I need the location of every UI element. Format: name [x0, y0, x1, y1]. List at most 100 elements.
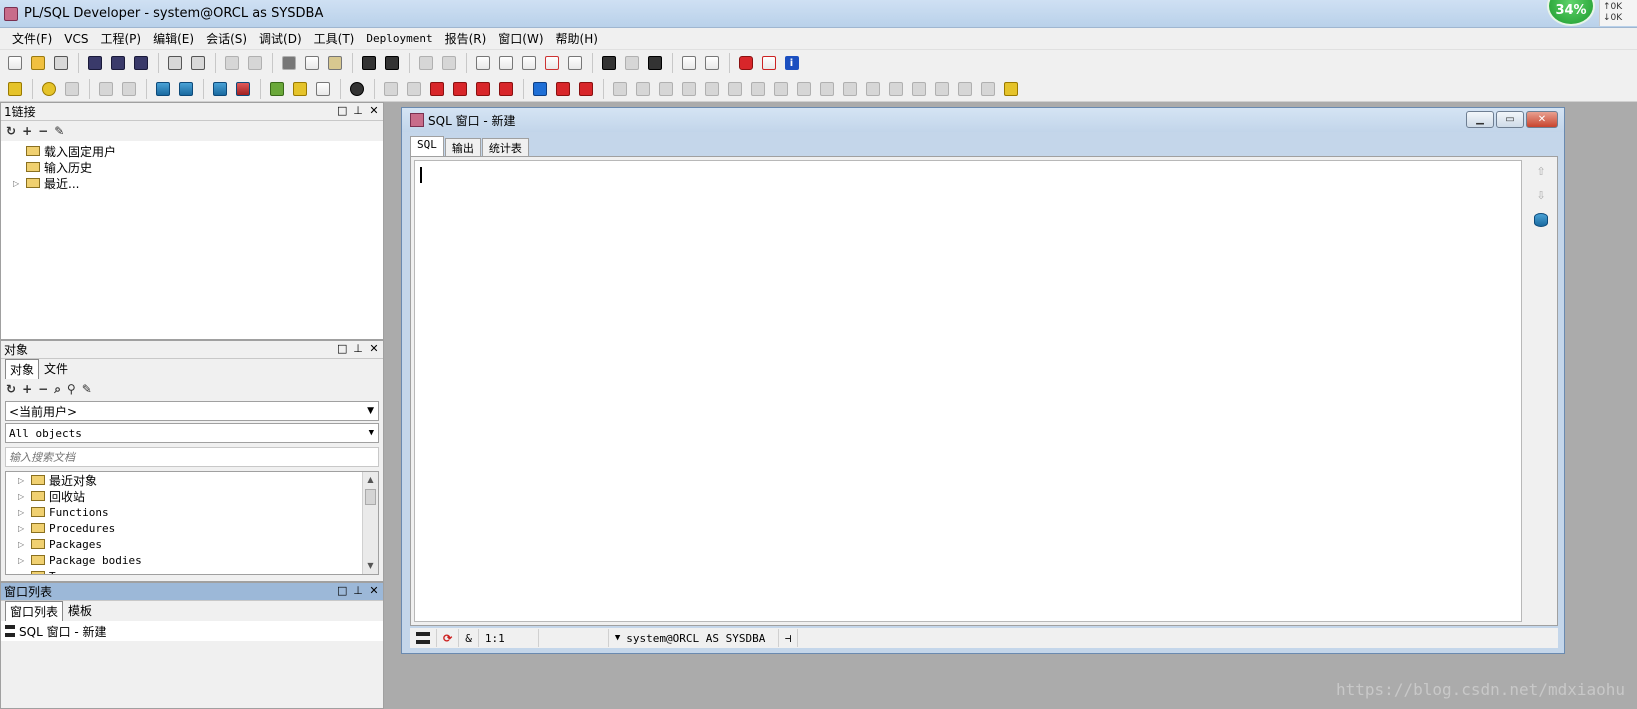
expand-icon[interactable]: ▷: [18, 572, 28, 575]
tile-windows-icon[interactable]: [701, 53, 722, 73]
info-icon[interactable]: i: [781, 53, 802, 73]
database-icon[interactable]: [1534, 213, 1548, 227]
filter-icon[interactable]: ⚲: [67, 382, 76, 396]
window-list-icon[interactable]: [416, 632, 430, 644]
menu-item[interactable]: 报告(R): [439, 29, 493, 49]
arrow-down-icon[interactable]: ⇩: [1534, 189, 1548, 203]
menu-item[interactable]: 窗口(W): [492, 29, 549, 49]
scroll-down-icon[interactable]: ▼: [363, 558, 378, 574]
tab-window-list[interactable]: 窗口列表: [5, 601, 64, 621]
refresh-icon[interactable]: ↻: [6, 382, 16, 396]
disabled-tool-1-icon[interactable]: [609, 79, 630, 99]
key-icon[interactable]: [4, 79, 25, 99]
print-setup-icon[interactable]: [187, 53, 208, 73]
save-all-icon[interactable]: [130, 53, 151, 73]
breakpoint-icon[interactable]: [426, 79, 447, 99]
expand-icon[interactable]: ▷: [18, 556, 28, 565]
comment-icon[interactable]: [541, 53, 562, 73]
arrow-right-red-icon[interactable]: [552, 79, 573, 99]
commit-icon[interactable]: [209, 79, 230, 99]
edit-filter-icon[interactable]: ✎: [82, 382, 92, 396]
copy-icon[interactable]: [301, 53, 322, 73]
session-icon[interactable]: ⟳: [443, 632, 452, 645]
disabled-tool-2-icon[interactable]: [632, 79, 653, 99]
expand-icon[interactable]: ▷: [18, 508, 28, 517]
menu-item[interactable]: Deployment: [360, 29, 438, 49]
disabled-tool-10-icon[interactable]: [816, 79, 837, 99]
forward-icon[interactable]: [438, 53, 459, 73]
uncomment-icon[interactable]: [564, 53, 585, 73]
float-icon[interactable]: □: [337, 342, 347, 355]
pin-icon[interactable]: ⊣: [785, 632, 792, 645]
database-icon[interactable]: [152, 79, 173, 99]
undo-icon[interactable]: [221, 53, 242, 73]
tab-statistics[interactable]: 统计表: [481, 138, 529, 156]
disabled-tool-15-icon[interactable]: [931, 79, 952, 99]
disabled-tool-17-icon[interactable]: [977, 79, 998, 99]
disabled-tool-16-icon[interactable]: [954, 79, 975, 99]
disabled-tool-8-icon[interactable]: [770, 79, 791, 99]
tab-objects[interactable]: 对象: [5, 359, 40, 379]
step-over-icon[interactable]: [495, 79, 516, 99]
close-button[interactable]: ✕: [1526, 111, 1558, 128]
disabled-tool-3-icon[interactable]: [655, 79, 676, 99]
cascade-windows-icon[interactable]: [678, 53, 699, 73]
tree-item[interactable]: ▷ 最近...: [1, 175, 383, 191]
add-icon[interactable]: +: [22, 124, 32, 138]
tab-templates[interactable]: 模板: [63, 600, 97, 621]
find-icon[interactable]: [358, 53, 379, 73]
pin-icon[interactable]: ⊥: [353, 584, 363, 597]
expand-icon[interactable]: ▷: [18, 540, 28, 549]
arrow-right-blue-icon[interactable]: [529, 79, 550, 99]
sql-database-icon[interactable]: [175, 79, 196, 99]
menu-item[interactable]: VCS: [58, 29, 94, 49]
connection-selector[interactable]: ▼ system@ORCL AS SYSDBA: [609, 629, 779, 647]
tree-item[interactable]: ▷ Functions: [6, 504, 378, 520]
tree-item[interactable]: ▷ Packages: [6, 536, 378, 552]
chevron-down-icon[interactable]: ▼: [615, 633, 620, 643]
expand-icon[interactable]: ▷: [18, 476, 28, 485]
close-icon[interactable]: ✕: [369, 342, 379, 355]
sql-editor[interactable]: [414, 160, 1522, 622]
menu-item[interactable]: 文件(F): [6, 29, 58, 49]
step-into-icon[interactable]: [472, 79, 493, 99]
template-icon[interactable]: [312, 79, 333, 99]
perf-badge[interactable]: 34%: [1547, 0, 1595, 26]
query-builder-icon[interactable]: [621, 53, 642, 73]
paste-icon[interactable]: [324, 53, 345, 73]
table-icon[interactable]: [644, 53, 665, 73]
tab-files[interactable]: 文件: [39, 358, 73, 379]
find-icon[interactable]: ⌕: [54, 382, 61, 397]
save-icon[interactable]: [84, 53, 105, 73]
edit-icon[interactable]: [472, 53, 493, 73]
disabled-tool-4-icon[interactable]: [678, 79, 699, 99]
lock-icon[interactable]: [1000, 79, 1021, 99]
tree-item[interactable]: ▷ 最近对象: [6, 472, 378, 488]
edit-connection-icon[interactable]: ✎: [54, 124, 64, 138]
redo-icon[interactable]: [244, 53, 265, 73]
chevron-down-icon[interactable]: ▼: [369, 428, 374, 438]
expand-icon[interactable]: ▷: [18, 492, 28, 501]
list-item[interactable]: SQL 窗口 - 新建: [1, 621, 383, 641]
tree-item[interactable]: 输入历史: [1, 159, 383, 175]
disabled-tool-11-icon[interactable]: [839, 79, 860, 99]
menu-item[interactable]: 编辑(E): [147, 29, 200, 49]
expand-icon[interactable]: ▷: [13, 179, 23, 188]
float-icon[interactable]: □: [337, 584, 347, 597]
compile-icon[interactable]: [61, 79, 82, 99]
run-icon[interactable]: [449, 79, 470, 99]
close-icon[interactable]: ✕: [369, 104, 379, 117]
tab-sql[interactable]: SQL: [410, 136, 444, 156]
menu-item[interactable]: 调试(D): [253, 29, 308, 49]
tab-output[interactable]: 输出: [444, 138, 481, 156]
status-amp[interactable]: &: [459, 629, 479, 647]
add-icon[interactable]: +: [22, 382, 32, 396]
menu-item[interactable]: 帮助(H): [550, 29, 604, 49]
user-select[interactable]: <当前用户> ▼: [5, 401, 379, 421]
menu-item[interactable]: 会话(S): [200, 29, 253, 49]
expand-icon[interactable]: ▷: [18, 524, 28, 533]
stop-icon[interactable]: [575, 79, 596, 99]
tree-item[interactable]: ▷ 回收站: [6, 488, 378, 504]
oracle-icon[interactable]: [735, 53, 756, 73]
chevron-down-icon[interactable]: ▼: [367, 406, 374, 416]
